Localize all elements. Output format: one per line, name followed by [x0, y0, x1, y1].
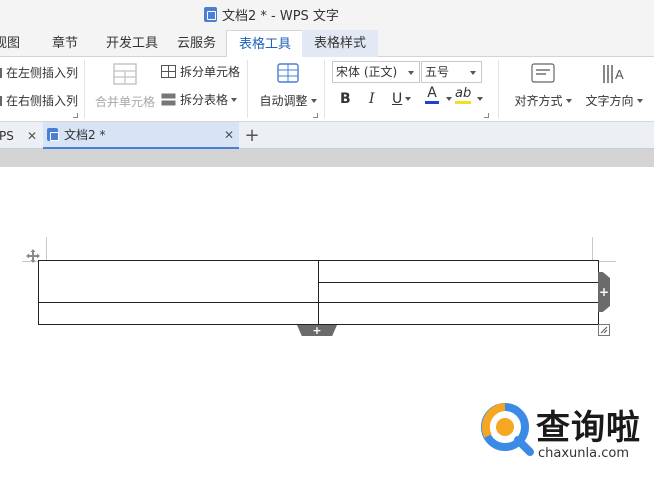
watermark-url: chaxunla.com	[538, 446, 629, 461]
underline-label: U	[392, 91, 403, 107]
auto-fit-label: 自动调整	[259, 94, 308, 108]
doc-tab-wps[interactable]: PS ✕	[0, 122, 42, 149]
new-tab-plus-icon[interactable]: +	[243, 122, 261, 149]
margin-guide	[598, 261, 616, 262]
window-title: 文档2 * - WPS 文字	[204, 5, 339, 24]
chevron-down-icon	[310, 98, 317, 103]
font-size-value: 五号	[425, 65, 450, 79]
merge-cells-label: 合并单元格	[95, 95, 156, 109]
split-table-label: 拆分表格	[180, 93, 229, 107]
add-row-icon[interactable]: +	[297, 325, 337, 336]
chevron-down-icon	[470, 71, 476, 75]
table-cell-border	[39, 302, 598, 303]
svg-text:A: A	[615, 67, 624, 82]
highlight-button[interactable]: ab	[455, 86, 471, 106]
split-table-icon	[161, 93, 176, 106]
workspace-border	[0, 149, 654, 167]
align-button[interactable]: 对齐方式	[513, 63, 573, 109]
close-icon[interactable]: ✕	[224, 128, 234, 142]
align-icon	[531, 63, 555, 83]
highlight-label: ab	[455, 86, 472, 101]
resize-icon[interactable]	[598, 324, 610, 336]
doc-icon	[204, 6, 217, 22]
chevron-down-icon	[408, 71, 414, 75]
tab-table-tools[interactable]: 表格工具	[226, 30, 305, 58]
tab-table-style[interactable]: 表格样式	[302, 30, 379, 57]
font-name-value: 宋体 (正文)	[336, 65, 398, 79]
chevron-down-icon[interactable]	[446, 97, 452, 101]
merge-cells-button[interactable]: 合并单元格	[95, 63, 155, 110]
margin-guide	[46, 237, 47, 261]
chevron-down-icon	[231, 97, 238, 102]
insert-left-col-label: 在左侧插入列	[6, 66, 79, 80]
group-launcher-icon[interactable]	[73, 113, 78, 118]
tab-cloud[interactable]: 云服务	[177, 30, 216, 57]
watermark-logo	[481, 403, 534, 456]
chevron-down-icon[interactable]	[477, 97, 483, 101]
chevron-down-icon	[636, 98, 643, 103]
chevron-down-icon	[405, 97, 412, 101]
underline-button[interactable]: U	[392, 89, 412, 109]
doc-icon	[47, 128, 59, 141]
insert-left-col-button[interactable]: 在左侧插入列	[0, 64, 78, 81]
split-table-button[interactable]: 拆分表格	[161, 91, 238, 108]
divider	[498, 60, 499, 118]
title-bar: 文档2 * - WPS 文字	[0, 0, 654, 30]
divider	[247, 60, 248, 118]
split-cells-icon	[161, 65, 176, 78]
watermark: 查询啦 chaxunla.com	[478, 400, 654, 470]
font-color-swatch	[425, 101, 439, 104]
insert-col-icon	[0, 67, 2, 78]
auto-fit-button[interactable]: 自动调整	[258, 63, 318, 109]
doc-tab-active[interactable]: 文档2 * ✕	[43, 122, 239, 149]
insert-right-col-button[interactable]: 在右侧插入列	[0, 92, 78, 109]
auto-fit-icon	[277, 63, 299, 83]
menu-bar: 视图 章节 开发工具 云服务 表格工具 表格样式	[0, 30, 654, 58]
doc-tab-label: 文档2 *	[64, 128, 106, 142]
tab-chapter[interactable]: 章节	[52, 30, 78, 57]
tab-developer[interactable]: 开发工具	[106, 30, 158, 57]
highlight-swatch	[455, 101, 472, 104]
font-size-select[interactable]: 五号	[421, 61, 482, 83]
split-cells-button[interactable]: 拆分单元格	[161, 63, 240, 80]
divider	[84, 60, 85, 118]
window-title-text: 文档2 * - WPS 文字	[222, 8, 339, 24]
doc-tab-label: PS	[0, 128, 14, 143]
table-cell-border	[318, 261, 319, 324]
add-col-icon[interactable]: +	[598, 272, 610, 312]
text-direction-icon: A	[603, 65, 624, 83]
tab-view[interactable]: 视图	[0, 30, 20, 57]
group-launcher-icon[interactable]	[313, 113, 318, 118]
align-label: 对齐方式	[514, 94, 563, 108]
insert-right-col-label: 在右侧插入列	[6, 94, 79, 108]
text-direction-label: 文字方向	[585, 94, 634, 108]
group-launcher-icon[interactable]	[484, 113, 489, 118]
watermark-brand: 查询啦	[536, 408, 641, 448]
insert-col-icon	[0, 95, 2, 106]
margin-guide	[592, 237, 593, 261]
italic-button[interactable]: I	[369, 89, 375, 109]
merge-cells-icon	[113, 63, 137, 85]
close-icon[interactable]: ✕	[27, 129, 37, 143]
bold-button[interactable]: B	[340, 89, 351, 109]
chevron-down-icon	[565, 98, 572, 103]
document-tab-bar: PS ✕ 文档2 * ✕ +	[0, 122, 654, 149]
font-color-label: A	[427, 85, 437, 101]
font-color-button[interactable]: A	[425, 86, 439, 106]
divider	[324, 60, 325, 118]
text-direction-button[interactable]: A 文字方向	[584, 63, 644, 109]
table-cell-border	[319, 282, 598, 283]
font-name-select[interactable]: 宋体 (正文)	[332, 61, 420, 83]
split-cells-label: 拆分单元格	[180, 65, 241, 79]
